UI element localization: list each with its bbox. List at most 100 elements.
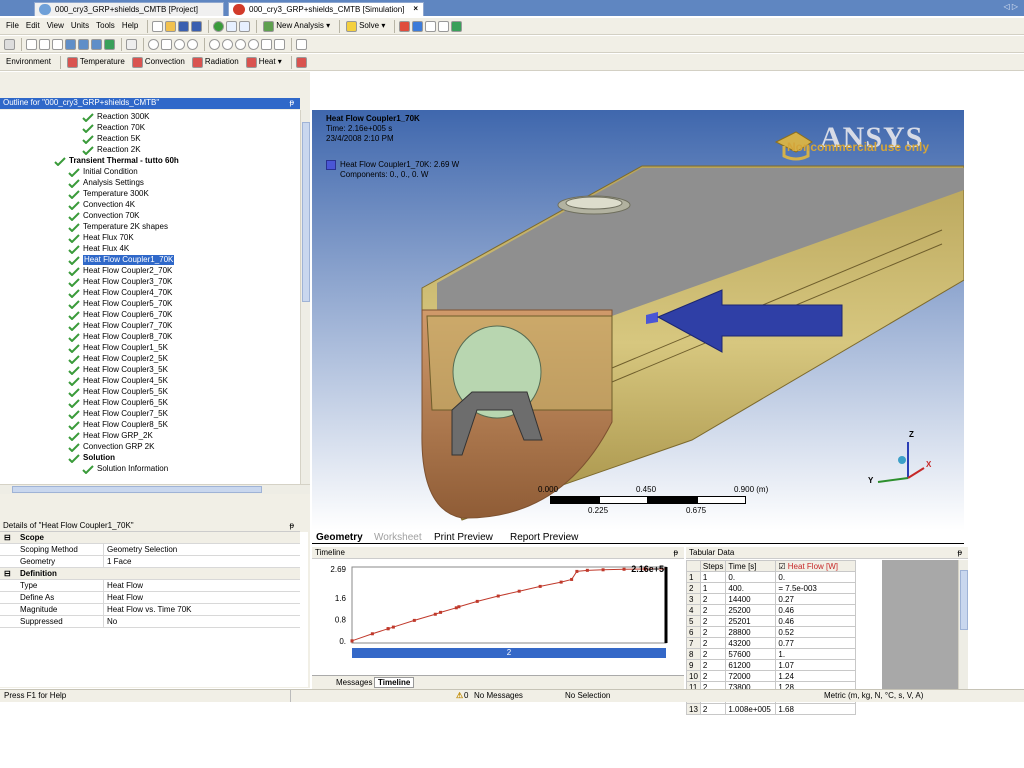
table-cell[interactable]: 2 [699, 703, 727, 715]
table-cell[interactable]: 25200 [725, 604, 777, 616]
save-as-icon[interactable] [191, 20, 203, 32]
column-header[interactable] [686, 560, 701, 572]
table-cell[interactable]: 2 [686, 582, 701, 594]
table-row[interactable]: 5 2 25201 0.46 [686, 615, 857, 627]
collapse-icon[interactable]: ⊟ [4, 568, 11, 580]
timeline-chart[interactable]: 2.691.60.80.400.2.16e+52.16e+5 [312, 559, 684, 689]
menu-units[interactable]: Units [69, 19, 91, 33]
table-cell[interactable]: 2 [699, 615, 727, 627]
menu-file[interactable]: File [4, 19, 21, 33]
isometric-icon[interactable] [261, 38, 272, 50]
table-cell[interactable]: 5 [686, 615, 701, 627]
table-cell[interactable]: 3 [686, 593, 701, 605]
select-mode-icon[interactable] [126, 38, 137, 50]
graphics-viewport[interactable]: Heat Flow Coupler1_70K Time: 2.16e+005 s… [312, 110, 964, 530]
table-row[interactable]: 1 1 0. 0. [686, 571, 857, 583]
select-edge-icon[interactable] [52, 38, 63, 50]
report-icon[interactable] [425, 20, 437, 32]
outline-vertical-scrollbar[interactable] [300, 110, 310, 484]
outline-scroll-thumb[interactable] [302, 122, 310, 302]
table-cell[interactable]: 2 [699, 626, 727, 638]
table-cell[interactable]: 1 [699, 582, 727, 594]
zoom-window-icon[interactable] [222, 38, 233, 50]
outline-hscroll-thumb[interactable] [12, 486, 262, 493]
select-vertex-icon[interactable] [39, 38, 50, 50]
table-cell[interactable]: 2 [699, 659, 727, 671]
solve-button[interactable]: Solve ▾ [344, 19, 387, 33]
tab-project[interactable]: 000_cry3_GRP+shields_CMTB [Project] [34, 2, 224, 16]
table-cell[interactable]: 1.24 [775, 670, 857, 682]
check-icon[interactable] [213, 20, 225, 32]
tab-simulation[interactable]: 000_cry3_GRP+shields_CMTB [Simulation] × [228, 2, 424, 16]
new-icon[interactable] [152, 20, 164, 32]
table-cell[interactable]: 1.07 [775, 659, 857, 671]
details-value[interactable]: Heat Flow vs. Time 70K [107, 604, 191, 616]
timeline-pin-icon[interactable]: ᵽ [674, 547, 678, 558]
viewport-icon[interactable] [296, 38, 307, 50]
table-cell[interactable]: 57600 [725, 648, 777, 660]
pin-icon[interactable]: ᵽ [290, 98, 294, 108]
table-cell[interactable]: 2 [699, 670, 727, 682]
menu-tools[interactable]: Tools [94, 19, 117, 33]
table-row[interactable]: 9 2 61200 1.07 [686, 659, 857, 671]
column-header[interactable]: Steps [699, 560, 727, 572]
table-cell[interactable]: 1.008e+005 [725, 703, 777, 715]
details-row[interactable]: Geometry 1 Face [0, 556, 300, 568]
column-header[interactable]: Time [s] [725, 560, 777, 572]
table-cell[interactable]: 61200 [725, 659, 777, 671]
zoom-icon[interactable] [174, 38, 185, 50]
details-value[interactable]: Heat Flow [107, 592, 143, 604]
menu-help[interactable]: Help [120, 19, 140, 33]
table-cell[interactable]: 13 [686, 703, 701, 715]
tabular-scrollbar[interactable] [958, 560, 968, 689]
step-bar[interactable]: 2 [352, 648, 666, 658]
details-value[interactable]: Heat Flow [107, 580, 143, 592]
status-message-icon[interactable]: ⚠ [456, 690, 463, 702]
table-cell[interactable]: 9 [686, 659, 701, 671]
details-row[interactable]: Suppressed No [0, 616, 300, 628]
table-row[interactable]: 10 2 72000 1.24 [686, 670, 857, 682]
tab-timeline[interactable]: Timeline [374, 677, 415, 688]
table-cell[interactable]: 8 [686, 648, 701, 660]
tab-geometry[interactable]: Geometry [312, 531, 367, 544]
chart-icon[interactable] [399, 20, 411, 32]
table-cell[interactable]: 0.46 [775, 604, 857, 616]
table-row[interactable]: 6 2 28800 0.52 [686, 626, 857, 638]
table-cell[interactable]: 28800 [725, 626, 777, 638]
collapse-icon[interactable]: ⊟ [4, 532, 11, 544]
tab-print-preview[interactable]: Print Preview [430, 531, 497, 544]
zoom-out-icon[interactable] [248, 38, 259, 50]
table-row[interactable]: 8 2 57600 1. [686, 648, 857, 660]
save-icon[interactable] [178, 20, 190, 32]
new-analysis-button[interactable]: New Analysis ▾ [261, 19, 332, 33]
table-cell[interactable]: 14400 [725, 593, 777, 605]
close-tab-icon[interactable]: × [413, 3, 418, 15]
details-value[interactable]: No [107, 616, 117, 628]
pointer-icon[interactable] [4, 38, 15, 50]
view-previous-icon[interactable] [274, 38, 285, 50]
select-point-icon[interactable] [26, 38, 37, 50]
commands-icon[interactable] [295, 56, 307, 68]
convection-button[interactable]: Convection [130, 55, 187, 69]
table-cell[interactable]: 2 [699, 604, 727, 616]
tab-scroll-icon[interactable]: ◁ ▷ [1003, 2, 1018, 11]
menu-edit[interactable]: Edit [24, 19, 42, 33]
details-row[interactable]: Magnitude Heat Flow vs. Time 70K [0, 604, 300, 616]
table-cell[interactable]: = 7.5e-003 [775, 582, 857, 594]
details-row[interactable]: Scoping Method Geometry Selection [0, 544, 300, 556]
environment-button[interactable]: Environment [4, 55, 53, 69]
table-cell[interactable]: 10 [686, 670, 701, 682]
table-cell[interactable]: 0.52 [775, 626, 857, 638]
checkbox-icon[interactable]: ☑ [778, 562, 785, 571]
radiation-button[interactable]: Radiation [190, 55, 241, 69]
worksheet-icon[interactable] [239, 20, 251, 32]
outline-horizontal-scrollbar[interactable] [0, 484, 310, 494]
details-section[interactable]: Definition ⊟ [0, 568, 300, 580]
pan-icon[interactable] [161, 38, 172, 50]
tabular-scroll-thumb[interactable] [960, 570, 968, 630]
table-cell[interactable]: 25201 [725, 615, 777, 627]
table-cell[interactable]: 1. [775, 648, 857, 660]
table-cell[interactable]: 2 [699, 593, 727, 605]
details-value[interactable]: Geometry Selection [107, 544, 177, 556]
table-row[interactable]: 3 2 14400 0.27 [686, 593, 857, 605]
